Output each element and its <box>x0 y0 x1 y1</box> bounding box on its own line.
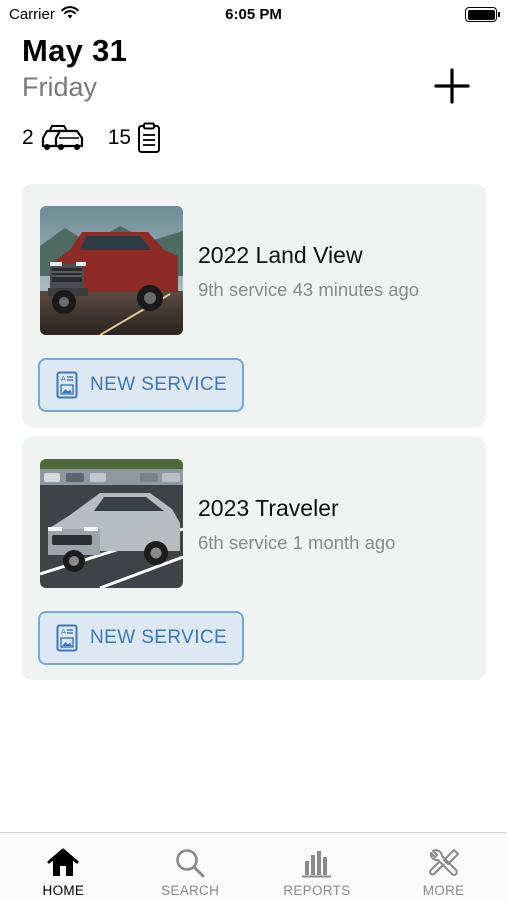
clipboard-icon <box>137 122 161 154</box>
new-service-button[interactable]: A NEW SERVICE <box>38 611 244 665</box>
service-count: 15 <box>107 126 132 149</box>
new-service-label: NEW SERVICE <box>90 627 228 648</box>
summary-counts: 2 15 <box>22 122 161 154</box>
svg-text:A: A <box>61 375 66 383</box>
service-form-icon: A <box>56 624 78 652</box>
silver-sedan-photo <box>40 459 183 588</box>
vehicle-name: 2023 Traveler <box>198 495 339 521</box>
weekday-subtitle: Friday <box>22 72 98 102</box>
tab-label: REPORTS <box>283 883 351 898</box>
tab-label: HOME <box>42 883 85 898</box>
page-title-date: May 31 <box>22 33 128 68</box>
plus-icon <box>434 68 470 104</box>
cars-icon <box>40 124 86 152</box>
new-service-label: NEW SERVICE <box>90 374 228 395</box>
tab-label: MORE <box>422 883 465 898</box>
status-time: 6:05 PM <box>225 6 282 23</box>
tab-bar: HOME SEARCH REPORTS MORE <box>0 832 507 900</box>
tab-search[interactable]: SEARCH <box>127 833 254 900</box>
bar-chart-icon <box>300 847 334 879</box>
status-bar: Carrier 6:05 PM <box>0 0 507 30</box>
search-icon <box>173 847 207 879</box>
red-suv-photo <box>40 206 183 335</box>
vehicle-count: 2 <box>22 126 34 149</box>
tab-reports[interactable]: REPORTS <box>254 833 381 900</box>
tab-more[interactable]: MORE <box>380 833 507 900</box>
service-form-icon: A <box>56 371 78 399</box>
vehicle-service-info: 9th service 43 minutes ago <box>198 279 420 300</box>
tab-label: SEARCH <box>161 883 220 898</box>
vehicle-service-info: 6th service 1 month ago <box>198 532 396 553</box>
tools-icon <box>427 847 461 879</box>
add-vehicle-button[interactable] <box>432 66 472 106</box>
tab-home[interactable]: HOME <box>0 833 127 900</box>
new-service-button[interactable]: A NEW SERVICE <box>38 358 244 412</box>
vehicle-name: 2022 Land View <box>198 242 363 268</box>
svg-text:A: A <box>61 628 66 636</box>
battery-icon <box>465 7 500 22</box>
home-icon <box>46 847 80 879</box>
vehicle-card[interactable]: 2023 Traveler 6th service 1 month ago A … <box>22 437 486 680</box>
vehicle-card[interactable]: 2022 Land View 9th service 43 minutes ag… <box>22 184 486 427</box>
